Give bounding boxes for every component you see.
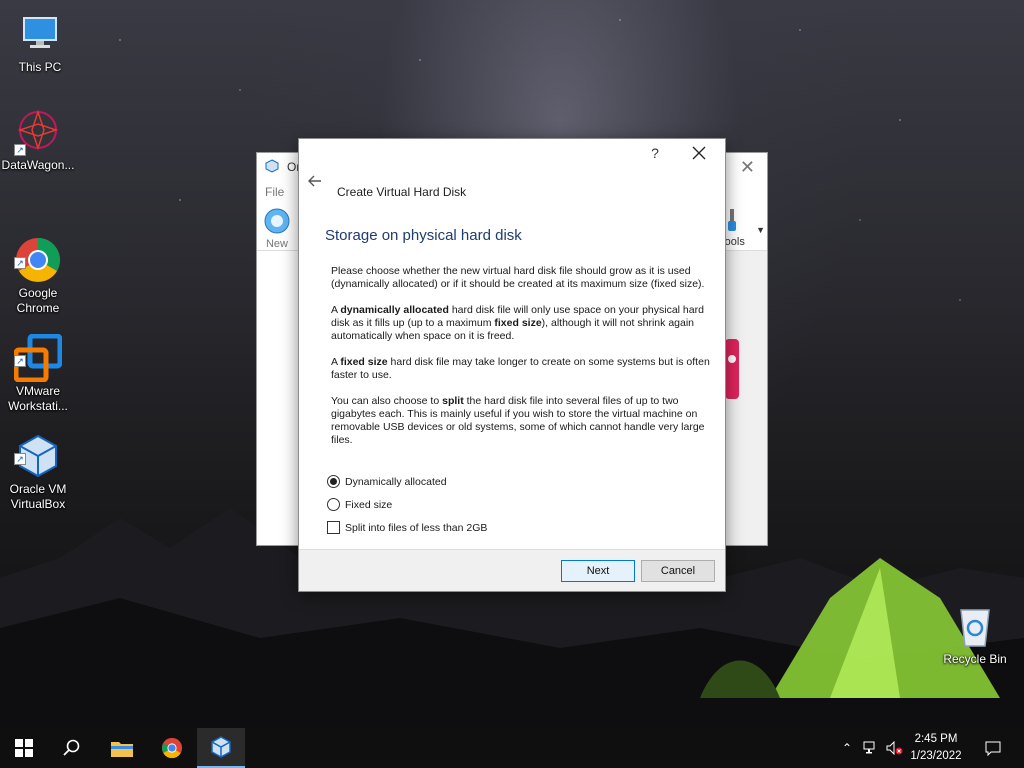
clock-time: 2:45 PM xyxy=(914,733,958,745)
cancel-button[interactable]: Cancel xyxy=(641,560,715,582)
datawagon-logo-icon: ↗ xyxy=(14,108,62,156)
shortcut-arrow-icon: ↗ xyxy=(14,355,26,367)
desktop-icon-datawagon[interactable]: ↗ DataWagon... xyxy=(0,108,76,173)
desktop-icon-label: DataWagon... xyxy=(1,158,75,172)
vbox-new-button[interactable]: New xyxy=(261,207,293,250)
folder-icon xyxy=(111,742,133,757)
new-star-icon xyxy=(264,208,290,234)
taskbar-file-explorer[interactable] xyxy=(98,728,146,768)
radio-dynamically-allocated[interactable]: Dynamically allocated xyxy=(327,475,447,488)
chrome-icon xyxy=(161,737,183,759)
chevron-up-icon: ⌃ xyxy=(841,741,853,755)
desktop-icon-virtualbox[interactable]: ↗ Oracle VM VirtualBox xyxy=(0,402,76,527)
search-button[interactable] xyxy=(48,728,96,768)
radio-indicator[interactable] xyxy=(327,498,340,511)
dialog-footer: Next Cancel xyxy=(299,549,725,591)
taskbar: ⌃ 2:45 PM 1/23/2022 xyxy=(0,728,1024,768)
virtualbox-icon: ↗ xyxy=(14,417,62,478)
close-button[interactable] xyxy=(689,143,709,163)
help-button[interactable]: ? xyxy=(647,145,663,161)
paragraph-fixed: A fixed size hard disk file may take lon… xyxy=(331,356,710,381)
volume-muted-icon xyxy=(886,741,903,755)
checkbox-indicator[interactable] xyxy=(327,521,340,534)
next-button[interactable]: Next xyxy=(561,560,635,582)
show-hidden-icons-button[interactable]: ⌃ xyxy=(838,728,856,768)
dialog-description: Please choose whether the new virtual ha… xyxy=(331,265,715,460)
create-virtual-hard-disk-dialog: ? Create Virtual Hard Disk Storage on ph… xyxy=(298,138,726,592)
paragraph-intro: Please choose whether the new virtual ha… xyxy=(331,265,705,290)
taskbar-virtualbox[interactable] xyxy=(197,728,245,768)
taskbar-chrome[interactable] xyxy=(148,728,196,768)
desktop-icon-this-pc[interactable]: This PC xyxy=(2,10,78,75)
taskbar-clock[interactable]: 2:45 PM 1/23/2022 xyxy=(904,731,968,765)
shortcut-arrow-icon: ↗ xyxy=(14,144,26,156)
tools-dropdown-arrow-icon[interactable]: ▼ xyxy=(756,225,765,235)
desktop-icon-label: Oracle VM VirtualBox xyxy=(9,482,67,511)
dialog-title: Create Virtual Hard Disk xyxy=(337,185,467,199)
paragraph-split: You can also choose to split the hard di… xyxy=(331,395,705,446)
clock-date: 1/23/2022 xyxy=(910,750,962,762)
network-tray-button[interactable] xyxy=(860,728,882,768)
desktop-icon-label: Recycle Bin xyxy=(943,652,1007,666)
back-arrow-icon xyxy=(308,175,321,187)
search-icon xyxy=(63,739,80,756)
monitor-icon xyxy=(16,10,64,58)
vbox-new-label: New xyxy=(265,238,288,250)
virtualbox-icon xyxy=(211,736,231,758)
desktop-icon-label: This PC xyxy=(18,60,62,74)
checkbox-split-files[interactable]: Split into files of less than 2GB xyxy=(327,521,487,534)
paragraph-dynamic: A dynamically allocated hard disk file w… xyxy=(331,304,704,342)
checkbox-split-label: Split into files of less than 2GB xyxy=(345,521,488,534)
dialog-titlebar[interactable]: ? xyxy=(299,139,725,169)
page-heading: Storage on physical hard disk xyxy=(325,227,522,244)
dialog-header: Create Virtual Hard Disk xyxy=(299,169,725,199)
vbox-close-icon[interactable]: ✕ xyxy=(740,157,755,178)
notification-icon xyxy=(985,741,1001,756)
back-button[interactable] xyxy=(307,174,323,188)
network-icon xyxy=(863,741,875,754)
shortcut-arrow-icon: ↗ xyxy=(14,257,26,269)
radio-dynamic-label: Dynamically allocated xyxy=(345,475,447,488)
vbox-machine-list xyxy=(257,251,299,545)
vmware-icon: ↗ xyxy=(13,319,63,383)
notification-center-button[interactable] xyxy=(978,728,1008,768)
start-button[interactable] xyxy=(0,728,48,768)
windows-logo-icon xyxy=(15,739,33,757)
radio-fixed-label: Fixed size xyxy=(345,498,393,511)
desktop-icon-recycle-bin[interactable]: Recycle Bin xyxy=(937,602,1013,667)
shortcut-arrow-icon: ↗ xyxy=(14,453,26,465)
close-icon xyxy=(692,146,706,160)
wrench-icon xyxy=(728,209,736,231)
volume-tray-button[interactable] xyxy=(884,728,906,768)
virtualbox-icon xyxy=(265,159,279,173)
recycle-bin-icon xyxy=(951,602,999,650)
radio-fixed-size[interactable]: Fixed size xyxy=(327,498,392,511)
radio-indicator-checked[interactable] xyxy=(327,475,340,488)
chrome-icon: ↗ xyxy=(14,221,62,282)
